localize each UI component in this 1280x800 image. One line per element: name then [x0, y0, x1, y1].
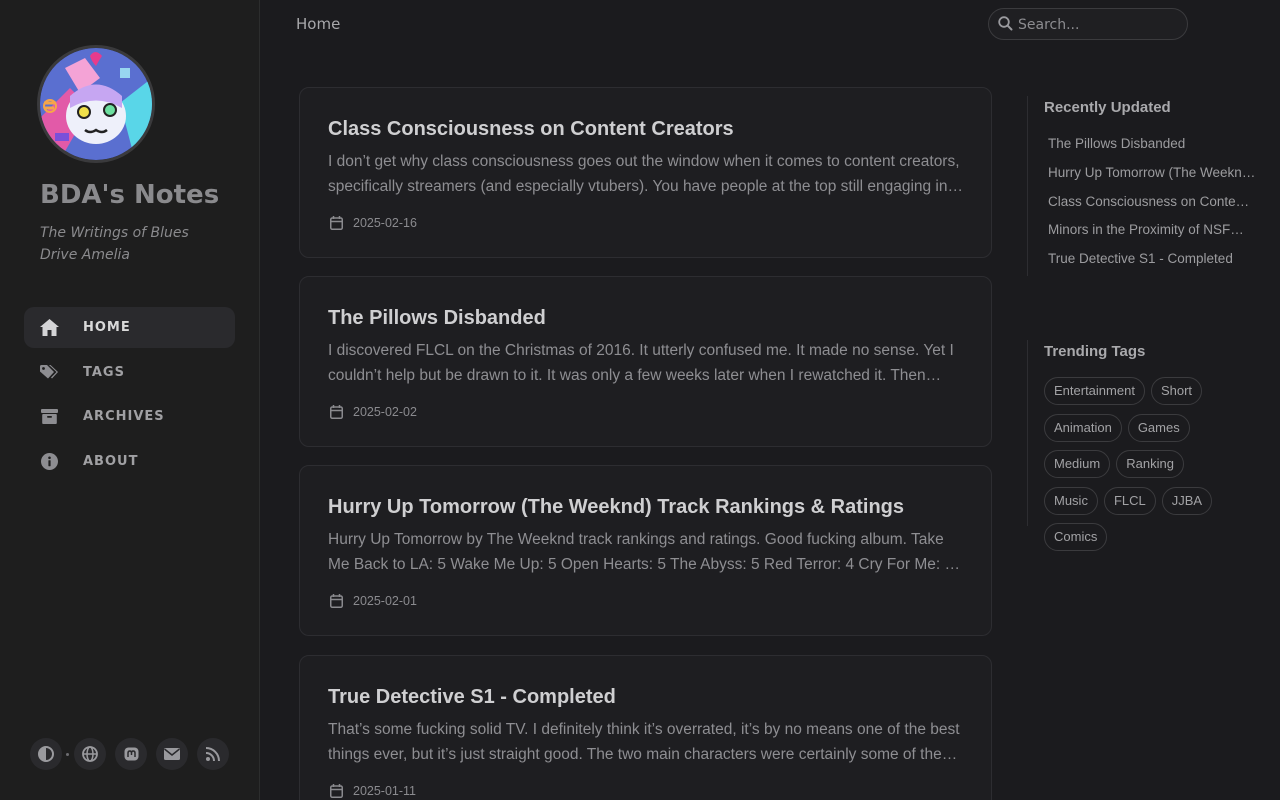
- mail-icon: [164, 748, 180, 760]
- recent-item[interactable]: Class Consciousness on Content Creators: [1048, 188, 1256, 217]
- tag-chip[interactable]: JJBA: [1161, 486, 1213, 515]
- recent-item[interactable]: Minors in the Proximity of NSFW Content: [1048, 216, 1256, 245]
- mastodon-link-button[interactable]: [115, 738, 147, 770]
- calendar-icon: [330, 784, 343, 798]
- post-date: 2025-02-16: [353, 216, 417, 230]
- email-link-button[interactable]: [156, 738, 188, 770]
- post-card[interactable]: The Pillows Disbanded I discovered FLCL …: [299, 276, 992, 447]
- post-card[interactable]: Hurry Up Tomorrow (The Weeknd) Track Ran…: [299, 465, 992, 636]
- post-meta: 2025-02-02: [330, 405, 417, 419]
- globe-icon: [82, 746, 98, 762]
- tag-chip[interactable]: Medium: [1044, 450, 1111, 478]
- tag-chip[interactable]: Animation: [1044, 413, 1122, 442]
- sidebar: BDA's Notes The Writings of Blues Drive …: [0, 0, 260, 800]
- post-date: 2025-02-01: [353, 594, 417, 608]
- mastodon-icon: [124, 747, 138, 760]
- recent-item[interactable]: Hurry Up Tomorrow (The Weeknd) Track Ran…: [1048, 159, 1256, 188]
- post-meta: 2025-01-11: [330, 784, 416, 798]
- recent-item[interactable]: The Pillows Disbanded: [1048, 130, 1256, 159]
- sidebar-item-label: ABOUT: [83, 454, 139, 469]
- panel-heading: Recently Updated: [1044, 99, 1171, 116]
- tag-chip[interactable]: FLCL: [1103, 486, 1156, 515]
- home-icon: [40, 318, 59, 337]
- tags-icon: [40, 363, 59, 382]
- recent-item[interactable]: True Detective S1 - Completed: [1048, 245, 1256, 274]
- site-subtitle: The Writings of Blues Drive Amelia: [40, 225, 189, 263]
- tag-chip[interactable]: Short: [1150, 377, 1203, 405]
- post-title[interactable]: True Detective S1 - Completed: [328, 686, 616, 709]
- tag-chip[interactable]: Entertainment: [1044, 377, 1145, 405]
- recent-list: The Pillows Disbanded Hurry Up Tomorrow …: [1044, 130, 1280, 274]
- post-title[interactable]: The Pillows Disbanded: [328, 307, 546, 330]
- search-icon: [998, 16, 1013, 31]
- sidebar-item-label: TAGS: [83, 365, 125, 380]
- post-excerpt: That’s some fucking solid TV. I definite…: [328, 721, 960, 763]
- sidebar-item-label: HOME: [83, 320, 131, 335]
- site-title[interactable]: BDA's Notes: [40, 180, 219, 210]
- theme-toggle-icon: [38, 746, 54, 762]
- rss-link-button[interactable]: [197, 738, 229, 770]
- tag-chip[interactable]: Games: [1127, 413, 1190, 442]
- post-meta: 2025-02-16: [330, 216, 417, 230]
- tag-chip[interactable]: Music: [1044, 486, 1098, 515]
- breadcrumb: Home: [296, 15, 341, 33]
- post-card[interactable]: True Detective S1 - Completed That’s som…: [299, 655, 992, 800]
- sidebar-bottom-bar: [30, 738, 238, 770]
- panel-heading: Trending Tags: [1044, 343, 1146, 360]
- archive-icon: [40, 407, 59, 426]
- divider-dot: [66, 752, 69, 756]
- calendar-icon: [330, 594, 343, 608]
- tag-chip[interactable]: Comics: [1044, 523, 1108, 551]
- theme-toggle-button[interactable]: [30, 738, 62, 770]
- topbar: Home: [260, 0, 1280, 48]
- sidebar-item-label: ARCHIVES: [83, 409, 165, 424]
- info-icon: [40, 452, 59, 471]
- post-excerpt: Hurry Up Tomorrow by The Weeknd track ra…: [328, 531, 954, 573]
- tags-list: Entertainment Short Animation Games Medi…: [1044, 377, 1244, 560]
- post-title[interactable]: Hurry Up Tomorrow (The Weeknd) Track Ran…: [328, 496, 904, 519]
- calendar-icon: [330, 405, 343, 419]
- sidebar-item-about[interactable]: ABOUT: [24, 441, 235, 482]
- trending-tags-panel: Trending Tags Entertainment Short Animat…: [1027, 340, 1280, 551]
- avatar-image: [40, 48, 152, 160]
- avatar[interactable]: [37, 45, 155, 163]
- search-input[interactable]: [1018, 15, 1178, 34]
- search-box[interactable]: [988, 8, 1188, 40]
- tag-chip[interactable]: Ranking: [1116, 450, 1184, 478]
- rss-icon: [206, 747, 220, 761]
- post-excerpt: I don’t get why class consciousness goes…: [328, 153, 964, 195]
- recently-updated-panel: Recently Updated The Pillows Disbanded H…: [1027, 96, 1280, 276]
- post-card[interactable]: Class Consciousness on Content Creators …: [299, 87, 992, 258]
- sidebar-item-archives[interactable]: ARCHIVES: [24, 396, 235, 437]
- post-date: 2025-01-11: [353, 784, 417, 798]
- sidebar-item-tags[interactable]: TAGS: [24, 352, 235, 393]
- post-date: 2025-02-02: [353, 405, 417, 419]
- post-title[interactable]: Class Consciousness on Content Creators: [328, 118, 734, 141]
- sidebar-item-home[interactable]: HOME: [24, 307, 235, 348]
- post-excerpt: I discovered FLCL on the Christmas of 20…: [328, 342, 954, 384]
- website-link-button[interactable]: [74, 738, 106, 770]
- post-meta: 2025-02-01: [330, 594, 417, 608]
- calendar-icon: [330, 216, 343, 230]
